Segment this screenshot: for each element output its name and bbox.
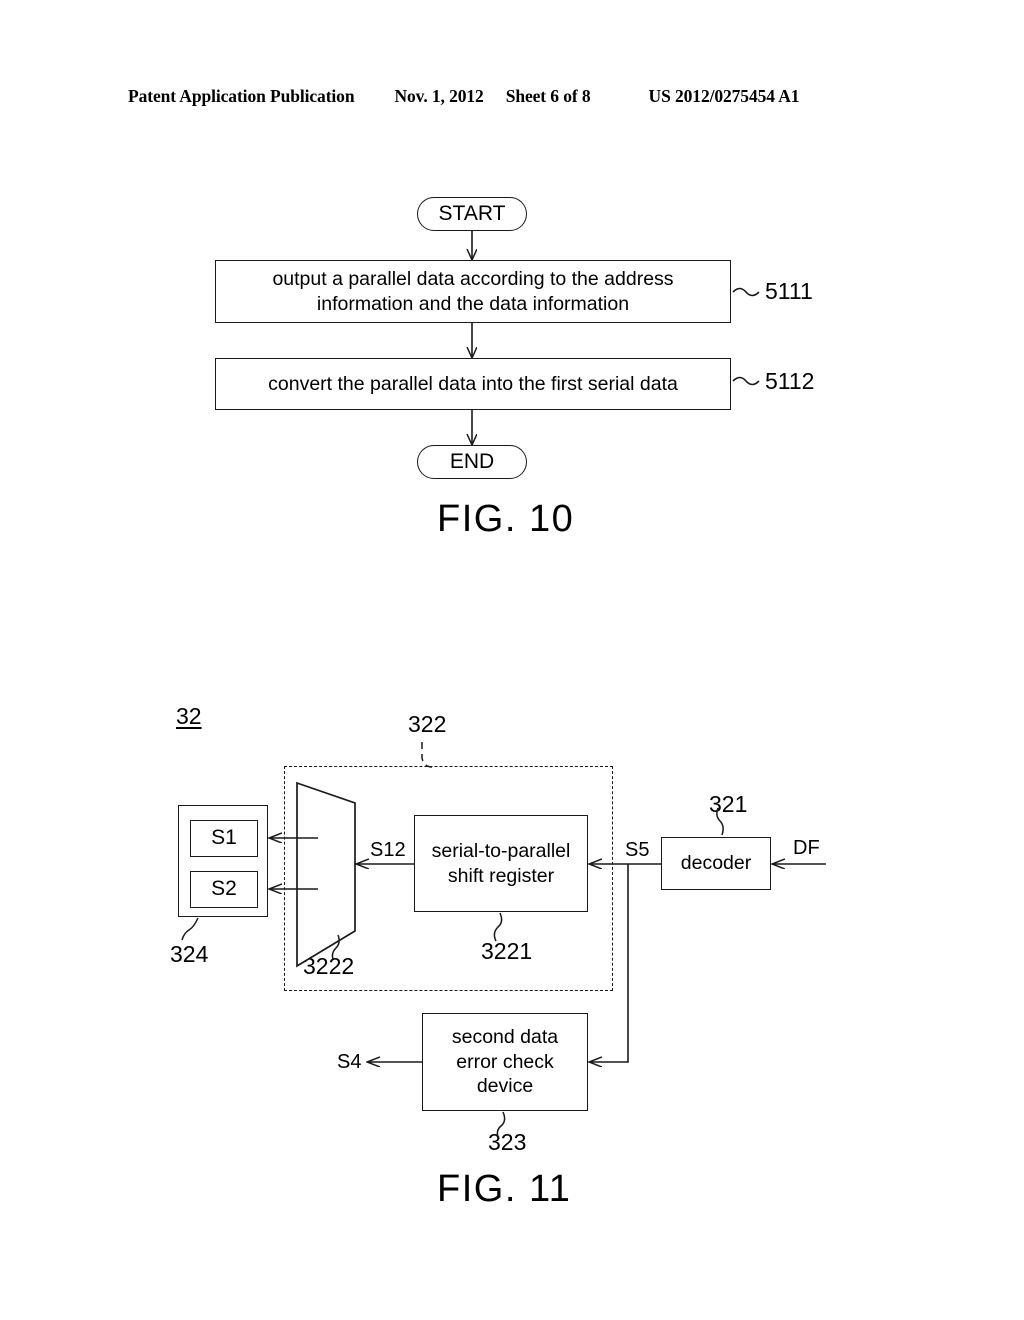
fig11-shift-register-label: serial-to-parallel shift register xyxy=(431,839,571,887)
fig11-system-ref: 32 xyxy=(176,703,202,729)
fig11-error-check-device-label: second data error check device xyxy=(451,1025,559,1098)
fig11-output-cell-s2: S2 xyxy=(190,871,258,908)
fig11-signal-label-df: DF xyxy=(793,837,820,859)
fig11-signal-label-s5: S5 xyxy=(625,839,650,861)
fig11-output-cell-s2-label: S2 xyxy=(211,877,237,901)
fig11-ref-323: 323 xyxy=(488,1129,527,1155)
fig11-signal-label-s12: S12 xyxy=(370,839,406,861)
fig11-caption: FIG. 11 xyxy=(437,1168,572,1210)
fig11-decoder-label: decoder xyxy=(680,852,752,875)
fig11-ref-3222: 3222 xyxy=(303,953,355,979)
fig11-ref-3221: 3221 xyxy=(481,938,533,964)
fig11-error-check-device-323: second data error check device xyxy=(422,1013,588,1111)
fig11-output-cell-s1-label: S1 xyxy=(211,826,237,850)
fig11-latch-device-label-line1: data dividing xyxy=(306,818,327,925)
fig11-ref-324: 324 xyxy=(170,941,209,967)
fig11-shift-register-3221: serial-to-parallel shift register xyxy=(414,815,588,912)
figure-11: 32 322 S1 S2 324 data dividing latch dev… xyxy=(0,0,1024,1320)
fig11-decoder-321: decoder xyxy=(661,837,771,890)
fig11-output-cell-s1: S1 xyxy=(190,820,258,857)
fig11-group-ref-322: 322 xyxy=(408,711,447,737)
fig11-connectors xyxy=(181,742,826,1140)
fig11-latch-device-label-line2: latch device xyxy=(330,824,351,925)
fig11-ref-321: 321 xyxy=(709,791,748,817)
fig11-signal-label-s4: S4 xyxy=(337,1051,362,1073)
